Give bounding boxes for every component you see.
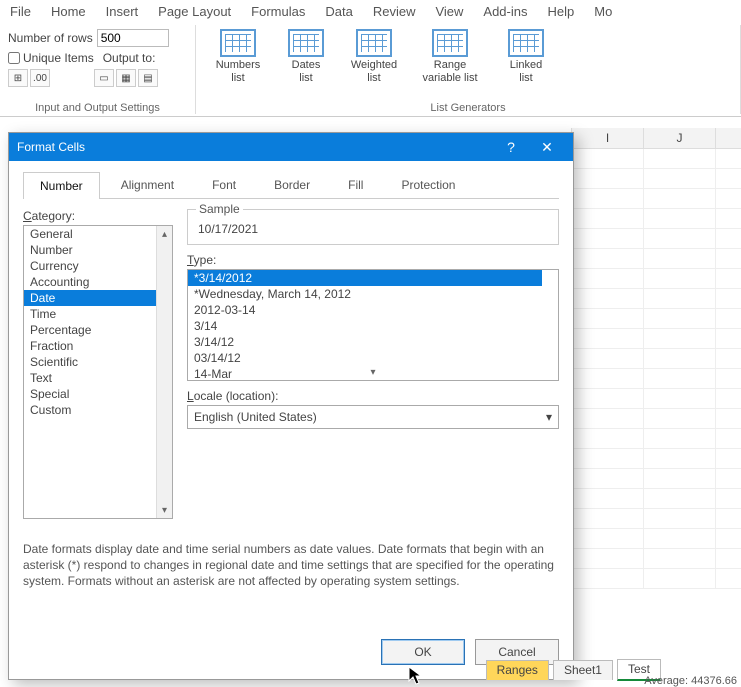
- dlg-tab-alignment[interactable]: Alignment: [104, 171, 191, 198]
- grid-header: I J: [572, 128, 741, 149]
- dropdown-icon: ▾: [546, 410, 552, 424]
- unique-items-label: Unique Items: [23, 51, 94, 65]
- sample-box: Sample 10/17/2021: [187, 209, 559, 245]
- gen-linked-list[interactable]: Linkedlist: [498, 29, 554, 84]
- type-opt-0[interactable]: *3/14/2012: [188, 270, 542, 286]
- tab-more[interactable]: Mo: [594, 4, 612, 19]
- dialog-titlebar[interactable]: Format Cells ? ✕: [9, 133, 573, 161]
- dlg-tab-number[interactable]: Number: [23, 172, 100, 199]
- io-btn-1[interactable]: ⊞: [8, 69, 28, 87]
- sample-value: 10/17/2021: [198, 216, 548, 238]
- tab-insert[interactable]: Insert: [106, 4, 139, 19]
- tab-page-layout[interactable]: Page Layout: [158, 4, 231, 19]
- sheet-tabs: Ranges Sheet1 Test: [486, 659, 661, 681]
- numbers-list-icon: [220, 29, 256, 57]
- dlg-tab-border[interactable]: Border: [257, 171, 327, 198]
- locale-label: Locale (location):: [187, 389, 559, 403]
- category-listbox[interactable]: General Number Currency Accounting Date …: [23, 225, 173, 519]
- output-opt-3[interactable]: ▤: [138, 69, 158, 87]
- grid-area: I J: [571, 128, 741, 657]
- gen-weighted-list[interactable]: Weightedlist: [346, 29, 402, 84]
- dialog-title: Format Cells: [17, 140, 85, 154]
- tab-help[interactable]: Help: [547, 4, 574, 19]
- col-header-j[interactable]: J: [644, 128, 716, 148]
- numrows-input[interactable]: [97, 29, 169, 47]
- numrows-label: Number of rows: [8, 31, 93, 45]
- tab-addins[interactable]: Add-ins: [483, 4, 527, 19]
- dlg-tab-fill[interactable]: Fill: [331, 171, 380, 198]
- cat-special[interactable]: Special: [24, 386, 156, 402]
- cat-custom[interactable]: Custom: [24, 402, 156, 418]
- cat-scientific[interactable]: Scientific: [24, 354, 156, 370]
- ribbon-group-io: Number of rows Unique Items Output to: ⊞…: [0, 25, 196, 114]
- type-opt-1[interactable]: *Wednesday, March 14, 2012: [188, 286, 542, 302]
- statusbar-average: Average: 44376.66: [644, 675, 737, 687]
- tab-data[interactable]: Data: [325, 4, 352, 19]
- close-button[interactable]: ✕: [529, 139, 565, 156]
- category-scrollbar[interactable]: ▴ ▾: [156, 226, 172, 518]
- dialog-tabs: Number Alignment Font Border Fill Protec…: [23, 171, 559, 199]
- ok-button[interactable]: OK: [381, 639, 465, 665]
- ribbon-group-generators: Numberslist Dateslist Weightedlist Range…: [196, 25, 741, 114]
- cat-fraction[interactable]: Fraction: [24, 338, 156, 354]
- tab-review[interactable]: Review: [373, 4, 416, 19]
- ribbon-body: Number of rows Unique Items Output to: ⊞…: [0, 25, 741, 117]
- weighted-list-icon: [356, 29, 392, 57]
- locale-select[interactable]: English (United States) ▾: [187, 405, 559, 429]
- cat-text[interactable]: Text: [24, 370, 156, 386]
- tab-view[interactable]: View: [435, 4, 463, 19]
- gen-range-variable-list[interactable]: Rangevariable list: [414, 29, 486, 84]
- sheet-tab-ranges[interactable]: Ranges: [486, 660, 549, 680]
- output-to-label: Output to:: [103, 51, 156, 65]
- cat-currency[interactable]: Currency: [24, 258, 156, 274]
- gen-dates-list[interactable]: Dateslist: [278, 29, 334, 84]
- sample-label: Sample: [196, 202, 243, 216]
- format-cells-dialog: Format Cells ? ✕ Number Alignment Font B…: [8, 132, 574, 680]
- io-btn-decimals[interactable]: .00: [30, 69, 50, 87]
- type-opt-3[interactable]: 3/14: [188, 318, 542, 334]
- scroll-down-icon[interactable]: ▾: [157, 502, 172, 518]
- chevron-down-icon[interactable]: ▾: [188, 364, 558, 380]
- type-listbox[interactable]: *3/14/2012 *Wednesday, March 14, 2012 20…: [187, 269, 559, 381]
- format-description: Date formats display date and time seria…: [23, 541, 559, 590]
- col-header-i[interactable]: I: [572, 128, 644, 148]
- cat-general[interactable]: General: [24, 226, 156, 242]
- gen-numbers-list[interactable]: Numberslist: [210, 29, 266, 84]
- ribbon-group-generators-label: List Generators: [196, 102, 740, 114]
- help-button[interactable]: ?: [493, 139, 529, 155]
- type-opt-4[interactable]: 3/14/12: [188, 334, 542, 350]
- tab-file[interactable]: File: [10, 4, 31, 19]
- cat-date[interactable]: Date: [24, 290, 156, 306]
- ribbon-group-io-label: Input and Output Settings: [0, 102, 195, 114]
- output-opt-1[interactable]: ▭: [94, 69, 114, 87]
- cat-accounting[interactable]: Accounting: [24, 274, 156, 290]
- linked-list-icon: [508, 29, 544, 57]
- dlg-tab-font[interactable]: Font: [195, 171, 253, 198]
- locale-value: English (United States): [194, 410, 317, 424]
- category-label: Category:: [23, 209, 173, 223]
- tab-home[interactable]: Home: [51, 4, 86, 19]
- output-opt-2[interactable]: ▦: [116, 69, 136, 87]
- dlg-tab-protection[interactable]: Protection: [384, 171, 472, 198]
- cat-percentage[interactable]: Percentage: [24, 322, 156, 338]
- unique-items-checkbox[interactable]: [8, 52, 20, 64]
- type-opt-2[interactable]: 2012-03-14: [188, 302, 542, 318]
- cat-time[interactable]: Time: [24, 306, 156, 322]
- range-variable-list-icon: [432, 29, 468, 57]
- ribbon-tabs: File Home Insert Page Layout Formulas Da…: [0, 0, 741, 25]
- dates-list-icon: [288, 29, 324, 57]
- tab-formulas[interactable]: Formulas: [251, 4, 305, 19]
- sheet-tab-sheet1[interactable]: Sheet1: [553, 660, 613, 680]
- type-label: Type:: [187, 253, 559, 267]
- grid-cells[interactable]: [572, 149, 741, 589]
- scroll-up-icon[interactable]: ▴: [157, 226, 172, 242]
- cat-number[interactable]: Number: [24, 242, 156, 258]
